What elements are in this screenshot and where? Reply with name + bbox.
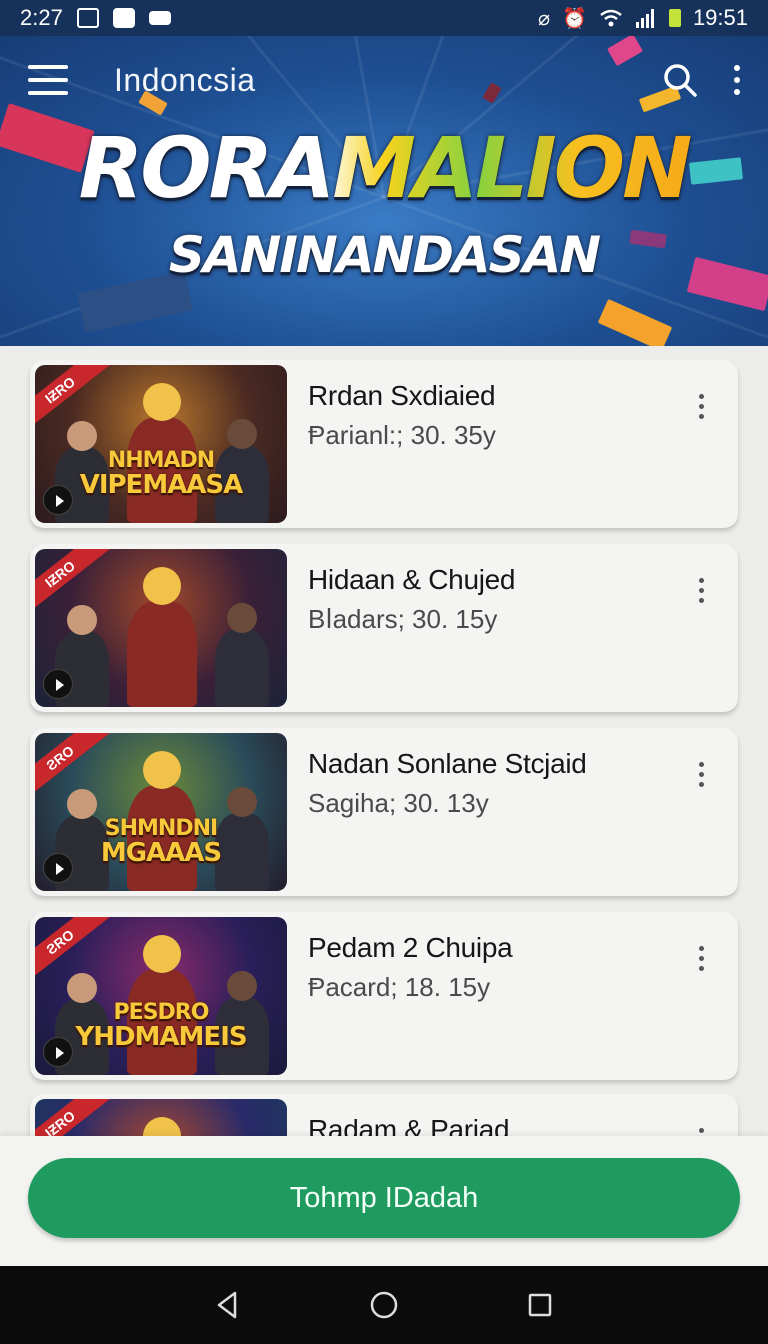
character-head	[67, 605, 97, 635]
system-nav-bar	[0, 1266, 768, 1344]
app-title: Indoncsia	[114, 61, 256, 98]
list-item[interactable]: SHMNDNI MGAAAS ƧRO Nadan Sonlane Stcjaid Sag…	[30, 728, 738, 896]
item-title: Nadan Sonlane Stcjaid	[308, 748, 587, 779]
battery-icon	[668, 9, 681, 27]
character-head	[142, 566, 182, 605]
game-thumbnail[interactable]: IƵRO	[35, 1099, 287, 1136]
menu-icon[interactable]	[28, 65, 68, 95]
list-item[interactable]: IƵRO Radam & Pariad	[30, 1094, 738, 1136]
thumbnail-caption-line: VIPEMAASA	[79, 470, 244, 500]
corner-ribbon-badge: IƵRO	[35, 1099, 111, 1136]
item-title: Rrdan Sxdiaied	[308, 380, 496, 411]
character-head	[142, 934, 182, 973]
character-head	[142, 382, 182, 421]
confetti	[597, 298, 673, 346]
play-icon[interactable]	[43, 485, 73, 515]
list-item[interactable]: IƵRO Hidaan & Chujed Bⅼadars; 30. 15y	[30, 544, 738, 712]
character-head	[227, 419, 257, 449]
item-title: Radam & Pariad	[308, 1114, 510, 1136]
signal-icon	[635, 9, 654, 28]
item-title: Hidaan & Chujed	[308, 564, 516, 595]
item-title: Pedam 2 Chuipa	[308, 932, 513, 963]
character-head	[227, 787, 257, 817]
thumbnail-caption-line: YHDMAMEIS	[75, 1022, 247, 1052]
item-more-icon[interactable]	[699, 394, 704, 419]
wifi-icon	[600, 9, 622, 27]
primary-action-button[interactable]: Tohmp IDadah	[28, 1158, 740, 1238]
corner-ribbon-badge: IƵRO	[35, 549, 111, 617]
banner-subheadline: SANINANDASAN	[168, 226, 601, 284]
item-subtitle: Bⅼadars; 30. 15y	[308, 604, 498, 634]
play-icon[interactable]	[43, 853, 73, 883]
status-bar: 2:27 ⌀ ⏰ 19:51	[0, 0, 768, 36]
character-head	[67, 789, 97, 819]
banner-headline: RORAMALION	[0, 126, 768, 210]
more-vert-icon[interactable]	[734, 65, 740, 95]
character-figure	[127, 601, 197, 707]
item-more-icon[interactable]	[699, 762, 704, 787]
bottom-action-area: Tohmp IDadah	[0, 1136, 768, 1266]
character-head	[227, 971, 257, 1001]
game-thumbnail[interactable]: SHMNDNI MGAAAS ƧRO	[35, 733, 287, 891]
status-time: 2:27	[20, 5, 63, 30]
app-bar: Indoncsia	[0, 36, 768, 124]
corner-ribbon-badge: ƧRO	[35, 917, 111, 985]
thumbnail-caption: SHMNDNI MGAAAS	[35, 817, 287, 868]
game-thumbnail[interactable]: NHMADN VIPEMAASA IƵRO	[35, 365, 287, 523]
item-subtitle: Ᵽacard; 18. 15y	[308, 972, 491, 1002]
promo-banner: Indoncsia RORAMALION SANINANDASAN	[0, 36, 768, 346]
chat-icon	[148, 11, 171, 25]
item-subtitle: Sagiha; 30. 13y	[308, 788, 489, 818]
game-thumbnail[interactable]: IƵRO	[35, 549, 287, 707]
thumbnail-caption: NHMADN VIPEMAASA	[35, 449, 287, 500]
game-thumbnail[interactable]: PESDRO YHDMAMEIS ƧRO	[35, 917, 287, 1075]
character-head	[142, 750, 182, 789]
item-more-icon[interactable]	[699, 946, 704, 971]
item-more-icon[interactable]	[699, 1128, 704, 1136]
mute-icon: ⌀	[537, 7, 551, 30]
home-icon[interactable]	[364, 1285, 404, 1325]
recents-icon[interactable]	[520, 1285, 560, 1325]
message-icon	[112, 8, 135, 28]
search-icon[interactable]	[662, 62, 698, 98]
character-head	[227, 603, 257, 633]
play-icon[interactable]	[43, 669, 73, 699]
item-subtitle: Ᵽarianl:; 30. 35y	[308, 420, 496, 450]
character-figure	[215, 629, 269, 707]
thumbnail-caption-line: MGAAAS	[100, 838, 222, 868]
game-list: NHMADN VIPEMAASA IƵRO Rrdan Sxdiaied Ᵽarianl…	[0, 346, 768, 1136]
character-head	[142, 1116, 182, 1136]
corner-ribbon-badge: ƧRO	[35, 733, 111, 801]
list-item[interactable]: PESDRO YHDMAMEIS ƧRO Pedam 2 Chuipa Ᵽacard; …	[30, 912, 738, 1080]
thumbnail-caption: PESDRO YHDMAMEIS	[35, 1001, 287, 1052]
back-icon[interactable]	[208, 1285, 248, 1325]
character-head	[67, 421, 97, 451]
play-icon[interactable]	[43, 1037, 73, 1067]
character-head	[67, 973, 97, 1003]
item-more-icon[interactable]	[699, 578, 704, 603]
status-clock: 19:51	[692, 5, 748, 30]
alarm-icon: ⏰	[562, 7, 587, 30]
list-item[interactable]: NHMADN VIPEMAASA IƵRO Rrdan Sxdiaied Ᵽarianl…	[30, 360, 738, 528]
gallery-icon	[76, 8, 99, 28]
corner-ribbon-badge: IƵRO	[35, 365, 111, 433]
